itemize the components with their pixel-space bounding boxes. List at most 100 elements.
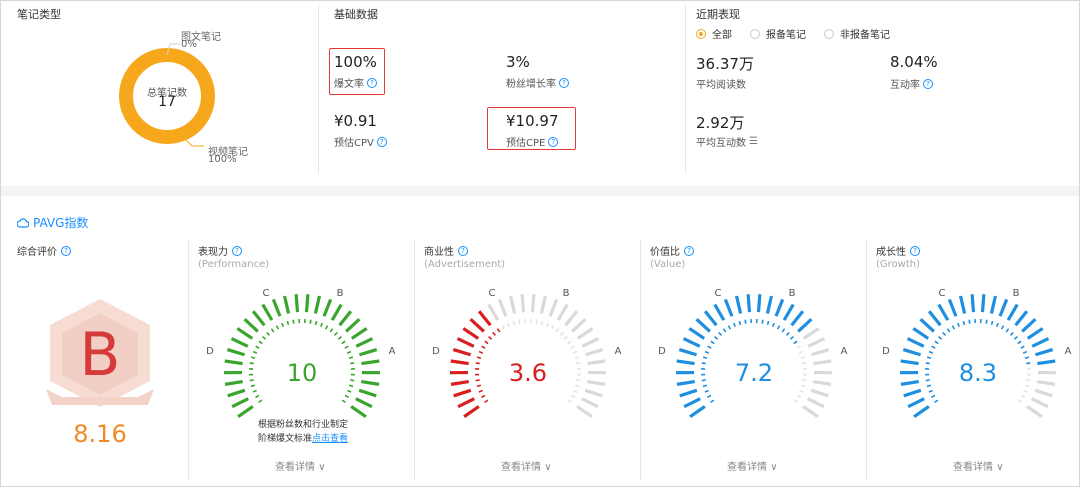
note-line-2-text: 阶梯爆文标准: [257, 434, 312, 444]
gauge-inner-tick: [926, 356, 932, 360]
chevron-down-icon: ∨: [996, 462, 1004, 473]
view-details-label: 查看详情: [727, 462, 767, 473]
help-icon[interactable]: ?: [367, 77, 377, 88]
gauge-letter-d: D: [882, 346, 890, 357]
gauge-tick: [539, 295, 548, 314]
gauge-inner-tick: [574, 356, 580, 360]
divider-g0: [188, 240, 189, 480]
help-icon[interactable]: ?: [232, 245, 242, 256]
gauge-tick: [746, 294, 752, 313]
gauge-inner-tick: [710, 340, 715, 345]
gauge-tick: [564, 310, 579, 327]
gauge-tick: [998, 298, 1009, 317]
gauge-tick: [676, 379, 696, 386]
gauge-inner-tick: [733, 322, 737, 328]
gauge-tick: [294, 294, 300, 313]
gauge-inner-tick: [1024, 356, 1030, 360]
overall-score: 8.16: [73, 420, 127, 448]
gauge-letter-a: A: [1065, 346, 1072, 357]
gauge-inner-tick: [488, 335, 493, 340]
gauge-tick: [906, 337, 925, 348]
help-icon[interactable]: ?: [61, 245, 71, 256]
filter-all[interactable]: 全部: [696, 26, 732, 41]
view-details-button[interactable]: 查看详情 ∨: [501, 458, 552, 473]
gauge-letter-a: A: [841, 346, 848, 357]
gauge-title-text: 表现力: [198, 247, 228, 258]
gauge-inner-tick: [252, 350, 258, 354]
gauge-inner-tick: [350, 379, 355, 382]
gauge-title-text: 成长性: [876, 247, 906, 258]
gauge-title-text: 价值比: [650, 247, 680, 258]
donut-center-value: 17: [158, 94, 176, 110]
gauge-inner-tick: [255, 345, 260, 349]
view-details-button[interactable]: 查看详情 ∨: [275, 458, 326, 473]
filter-reported[interactable]: 报备笔记: [750, 26, 806, 41]
avg-interaction-value: 2.92万: [696, 114, 745, 132]
gauge-tick: [812, 379, 832, 386]
gauge-tick: [330, 303, 343, 321]
help-icon[interactable]: ?: [548, 136, 559, 147]
gauge-tick: [243, 318, 259, 333]
gauge-tick: [231, 397, 249, 409]
gauge-tick: [713, 303, 726, 321]
gauge-inner-tick: [793, 340, 798, 345]
help-icon[interactable]: ?: [684, 245, 694, 256]
gauge-inner-tick: [1009, 331, 1014, 336]
gauge-inner-tick: [744, 319, 747, 324]
burst-rate-label-text: 爆文率: [334, 79, 364, 90]
help-icon[interactable]: ?: [376, 136, 387, 147]
gauge-letter-d: D: [206, 346, 214, 357]
gauge-tick: [261, 303, 274, 321]
gauge-inner-tick: [707, 345, 712, 349]
gauge-tick: [581, 397, 599, 409]
divider-g2: [640, 240, 641, 480]
gauge-inner-tick: [309, 319, 312, 324]
gauge-inner-tick: [250, 356, 256, 360]
view-details-button[interactable]: 查看详情 ∨: [727, 458, 778, 473]
help-icon[interactable]: ?: [910, 245, 920, 256]
recent-title: 近期表现: [696, 8, 740, 21]
gauge-inner-tick: [341, 340, 346, 345]
gauge-tick: [469, 318, 485, 333]
help-icon[interactable]: ?: [458, 245, 468, 256]
gauge-inner-tick: [570, 345, 575, 349]
gauge-inner-tick: [718, 331, 723, 336]
burst-rate-value: 100%: [334, 53, 377, 71]
view-details-button[interactable]: 查看详情 ∨: [953, 458, 1004, 473]
radio-unselected[interactable]: [750, 28, 760, 39]
gauge-inner-tick: [481, 345, 486, 349]
gauge-tick: [703, 310, 718, 327]
filter-unreported[interactable]: 非报备笔记: [824, 26, 890, 41]
gauge-tick: [251, 310, 266, 327]
cpv-label: 预估CPV?: [334, 134, 387, 149]
divider-1: [318, 4, 319, 174]
note-link[interactable]: 点击查看: [312, 434, 348, 444]
gauge-tick: [313, 295, 322, 314]
help-icon[interactable]: ?: [559, 77, 569, 88]
gauge-inner-tick: [1020, 394, 1025, 399]
gauge-inner-tick: [704, 389, 709, 393]
gauge-inner-tick: [985, 319, 988, 324]
gauge-inner-tick: [799, 389, 804, 393]
gauge-inner-tick: [1024, 384, 1030, 388]
gauge-svg: D C B A 7.2: [658, 288, 848, 419]
avg-interaction-label-text: 平均互动数: [696, 138, 746, 149]
list-icon[interactable]: ☰: [749, 136, 758, 147]
help-icon[interactable]: ?: [923, 78, 933, 89]
gauge-inner-tick: [1017, 340, 1022, 345]
gauge-inner-tick: [968, 319, 971, 324]
radio-selected[interactable]: [696, 28, 706, 39]
gauge-value: 8.3: [959, 359, 997, 387]
gauge-tick: [462, 327, 480, 340]
basic-data-title: 基础数据: [334, 8, 378, 21]
gauge-inner-tick: [344, 394, 349, 399]
gauge-inner-tick: [507, 322, 511, 328]
gauge-inner-tick: [781, 328, 786, 333]
interaction-rate-label-text: 互动率: [890, 80, 920, 91]
gauge-inner-tick: [252, 389, 257, 393]
gauge-inner-tick: [270, 328, 275, 333]
gauge-tick: [682, 337, 701, 348]
radio-unselected[interactable]: [824, 28, 834, 39]
gauge-inner-tick: [928, 389, 933, 393]
gauge-letter-b: B: [563, 288, 570, 299]
